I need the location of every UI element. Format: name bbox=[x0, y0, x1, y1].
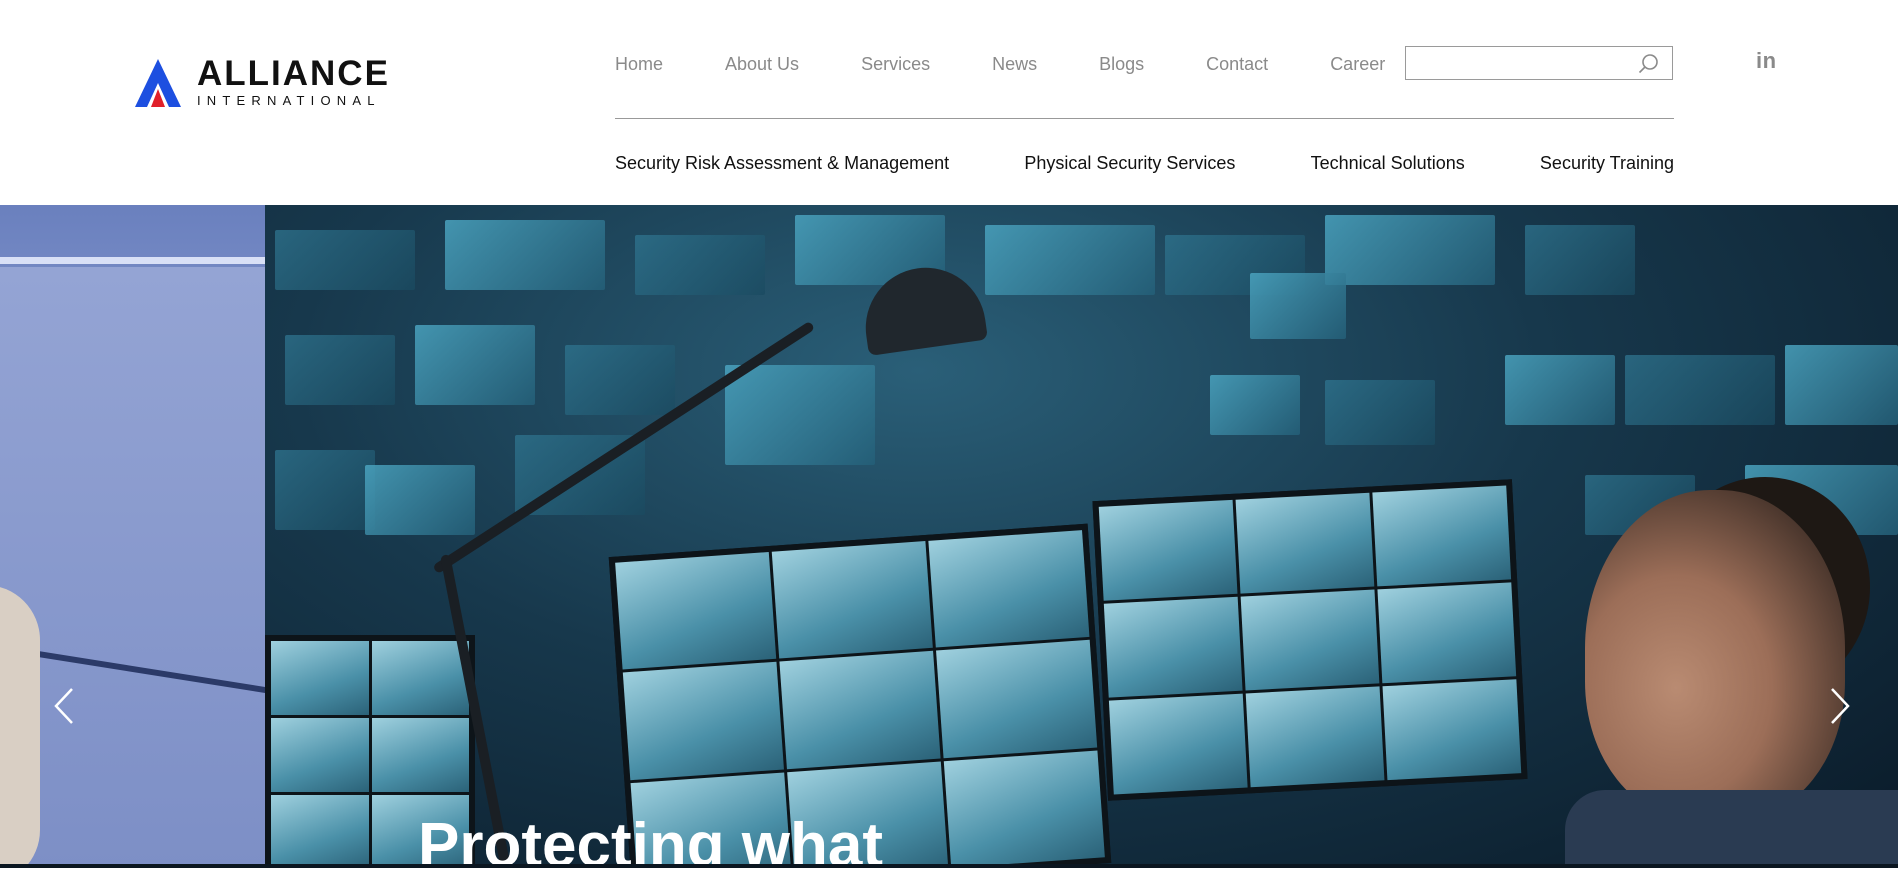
hero-bottom-edge bbox=[0, 864, 1898, 868]
brand-logo[interactable]: ALLIANCE INTERNATIONAL bbox=[135, 54, 390, 109]
bg-screen bbox=[1250, 273, 1346, 339]
camera-feed bbox=[1108, 693, 1248, 795]
camera-feed bbox=[779, 651, 941, 769]
camera-feed bbox=[943, 750, 1105, 868]
top-navigation: Home About Us Services News Blogs Contac… bbox=[615, 52, 1385, 76]
camera-feed bbox=[1245, 686, 1385, 788]
subnav-security-risk-assessment[interactable]: Security Risk Assessment & Management bbox=[615, 152, 949, 174]
camera-feed bbox=[936, 640, 1098, 758]
camera-feed bbox=[615, 551, 777, 670]
camera-feed bbox=[1098, 499, 1238, 601]
bg-screen bbox=[445, 220, 605, 290]
camera-feed bbox=[371, 718, 469, 792]
camera-feed bbox=[271, 795, 369, 868]
subnav-security-training[interactable]: Security Training bbox=[1540, 152, 1674, 174]
camera-feed bbox=[1372, 485, 1512, 587]
camera-feed bbox=[371, 641, 469, 715]
monitor-right bbox=[1092, 479, 1528, 801]
operator-shirt bbox=[1565, 790, 1898, 868]
bg-screen bbox=[1785, 345, 1898, 425]
bg-screen bbox=[285, 335, 395, 405]
nav-news[interactable]: News bbox=[992, 52, 1037, 76]
bg-screen bbox=[1505, 355, 1615, 425]
bg-screen bbox=[1625, 355, 1775, 425]
site-header: ALLIANCE INTERNATIONAL Home About Us Ser… bbox=[0, 0, 1898, 205]
bg-screen bbox=[985, 225, 1155, 295]
search-input[interactable] bbox=[1414, 47, 1638, 79]
nav-career[interactable]: Career bbox=[1330, 52, 1385, 76]
previous-slide-image bbox=[0, 205, 297, 868]
bg-screen bbox=[275, 450, 375, 530]
camera-feed bbox=[1235, 492, 1375, 594]
camera-feed bbox=[1240, 589, 1380, 691]
camera-feed bbox=[1103, 596, 1243, 698]
prev-slide-arm bbox=[0, 585, 40, 868]
linkedin-icon[interactable]: in bbox=[1756, 49, 1777, 73]
camera-feed bbox=[271, 718, 369, 792]
camera-feed bbox=[622, 662, 784, 780]
brand-subtitle: INTERNATIONAL bbox=[197, 93, 381, 108]
camera-feed bbox=[271, 641, 369, 715]
hero-heading: Protecting what bbox=[418, 811, 884, 880]
bg-screen bbox=[1525, 225, 1635, 295]
bg-screen bbox=[1325, 380, 1435, 445]
nav-blogs[interactable]: Blogs bbox=[1099, 52, 1144, 76]
search-box bbox=[1405, 46, 1673, 80]
brand-name: ALLIANCE bbox=[197, 54, 390, 93]
camera-feed bbox=[771, 541, 933, 659]
operator-head bbox=[1585, 490, 1845, 820]
chevron-left-icon[interactable] bbox=[46, 685, 82, 727]
hero-slide-image bbox=[265, 205, 1898, 868]
camera-feed bbox=[1382, 679, 1522, 781]
nav-home[interactable]: Home bbox=[615, 52, 663, 76]
search-icon[interactable] bbox=[1638, 53, 1660, 75]
bg-screen bbox=[725, 365, 875, 465]
bg-screen bbox=[1210, 375, 1300, 435]
bg-screen bbox=[565, 345, 675, 415]
header-divider bbox=[615, 118, 1674, 119]
chevron-right-icon[interactable] bbox=[1822, 685, 1858, 727]
subnav-physical-security-services[interactable]: Physical Security Services bbox=[1024, 152, 1235, 174]
camera-feed bbox=[1377, 582, 1517, 684]
bg-screen bbox=[275, 230, 415, 290]
nav-services[interactable]: Services bbox=[861, 52, 930, 76]
monitor-feed-grid bbox=[1098, 485, 1522, 795]
bg-screen bbox=[635, 235, 765, 295]
logo-wordmark: ALLIANCE INTERNATIONAL bbox=[197, 54, 390, 109]
subnav-technical-solutions[interactable]: Technical Solutions bbox=[1311, 152, 1465, 174]
bg-screen bbox=[365, 465, 475, 535]
services-navigation: Security Risk Assessment & Management Ph… bbox=[615, 152, 1674, 174]
hero-carousel bbox=[0, 205, 1898, 868]
bg-screen bbox=[1325, 215, 1495, 285]
logo-mark-icon bbox=[135, 59, 181, 107]
prev-slide-light-bar bbox=[0, 257, 265, 264]
nav-contact[interactable]: Contact bbox=[1206, 52, 1268, 76]
bg-screen bbox=[415, 325, 535, 405]
nav-about-us[interactable]: About Us bbox=[725, 52, 799, 76]
camera-feed bbox=[928, 530, 1090, 648]
